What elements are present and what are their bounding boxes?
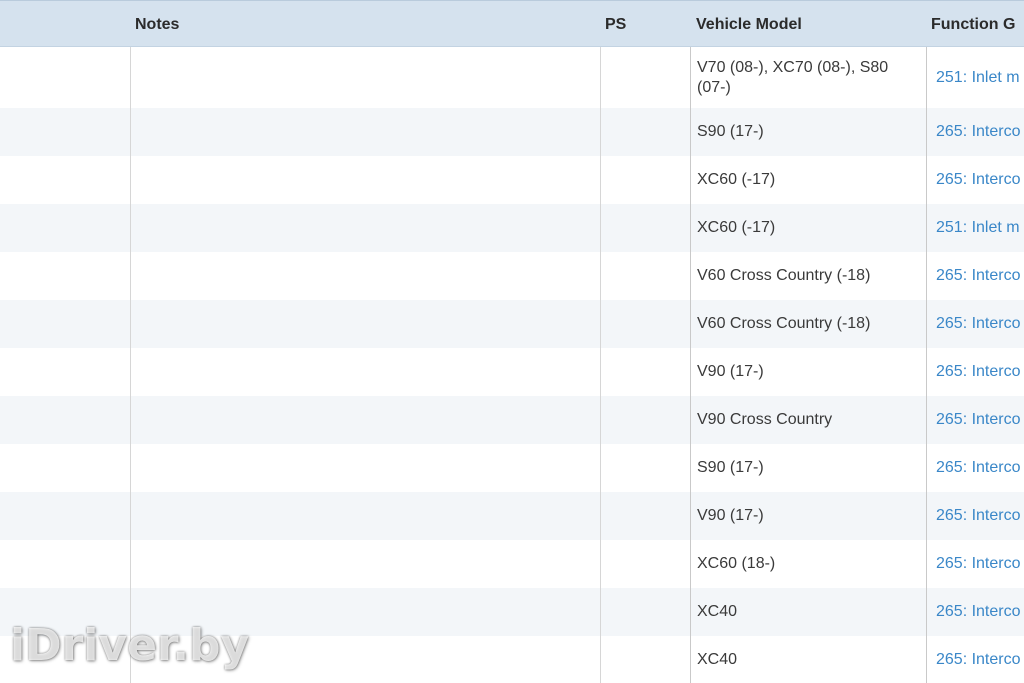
cell-function-group: 265: Interco xyxy=(926,156,1024,204)
cell-part xyxy=(0,588,130,636)
function-group-link[interactable]: 251: Inlet m xyxy=(936,69,1020,87)
cell-vehicle-model: V70 (08-), XC70 (08-), S80 (07-) xyxy=(690,47,926,108)
table-row: V60 Cross Country (-18) 265: Interco xyxy=(0,252,1024,300)
table-row: V90 (17-) 265: Interco xyxy=(0,492,1024,540)
cell-ps xyxy=(600,300,690,348)
cell-vehicle-model: V90 (17-) xyxy=(690,492,926,540)
cell-vehicle-model: S90 (17-) xyxy=(690,444,926,492)
cell-part xyxy=(0,252,130,300)
cell-ps xyxy=(600,252,690,300)
cell-notes xyxy=(130,540,600,588)
cell-ps xyxy=(600,492,690,540)
cell-part xyxy=(0,47,130,108)
cell-notes xyxy=(130,204,600,252)
cell-function-group: 251: Inlet m xyxy=(926,204,1024,252)
function-group-link[interactable]: 265: Interco xyxy=(936,603,1021,621)
function-group-link[interactable]: 265: Interco xyxy=(936,123,1021,141)
cell-ps xyxy=(600,204,690,252)
table-row: V90 Cross Country 265: Interco xyxy=(0,396,1024,444)
cell-function-group: 265: Interco xyxy=(926,636,1024,683)
cell-function-group: 265: Interco xyxy=(926,396,1024,444)
table-row: XC60 (18-) 265: Interco xyxy=(0,540,1024,588)
cell-vehicle-model: V60 Cross Country (-18) xyxy=(690,252,926,300)
cell-vehicle-model: XC40 xyxy=(690,636,926,683)
table-header: Notes PS Vehicle Model Function G xyxy=(0,0,1024,47)
cell-vehicle-model: XC60 (18-) xyxy=(690,540,926,588)
cell-part xyxy=(0,444,130,492)
table-row: S90 (17-) 265: Interco xyxy=(0,444,1024,492)
function-group-link[interactable]: 265: Interco xyxy=(936,315,1021,333)
cell-notes xyxy=(130,156,600,204)
cell-function-group: 265: Interco xyxy=(926,588,1024,636)
function-group-link[interactable]: 265: Interco xyxy=(936,555,1021,573)
table-row: XC60 (-17) 265: Interco xyxy=(0,156,1024,204)
function-group-link[interactable]: 265: Interco xyxy=(936,651,1021,669)
cell-function-group: 265: Interco xyxy=(926,492,1024,540)
cell-part xyxy=(0,300,130,348)
table-row: XC40 265: Interco xyxy=(0,588,1024,636)
cell-part xyxy=(0,540,130,588)
function-group-link[interactable]: 265: Interco xyxy=(936,171,1021,189)
parts-table: Notes PS Vehicle Model Function G V70 (0… xyxy=(0,0,1024,683)
cell-ps xyxy=(600,444,690,492)
cell-function-group: 265: Interco xyxy=(926,540,1024,588)
cell-function-group: 265: Interco xyxy=(926,108,1024,156)
function-group-link[interactable]: 265: Interco xyxy=(936,363,1021,381)
cell-vehicle-model: XC60 (-17) xyxy=(690,156,926,204)
column-header-ps[interactable]: PS xyxy=(605,1,685,48)
cell-notes xyxy=(130,396,600,444)
cell-notes xyxy=(130,348,600,396)
cell-notes xyxy=(130,252,600,300)
cell-vehicle-model: S90 (17-) xyxy=(690,108,926,156)
cell-notes xyxy=(130,636,600,683)
cell-part xyxy=(0,636,130,683)
function-group-link[interactable]: 265: Interco xyxy=(936,267,1021,285)
cell-ps xyxy=(600,396,690,444)
cell-notes xyxy=(130,444,600,492)
column-header-function-group[interactable]: Function G xyxy=(931,1,1024,48)
table-row: V70 (08-), XC70 (08-), S80 (07-) 251: In… xyxy=(0,47,1024,108)
cell-ps xyxy=(600,47,690,108)
cell-function-group: 251: Inlet m xyxy=(926,47,1024,108)
table-row: V60 Cross Country (-18) 265: Interco xyxy=(0,300,1024,348)
cell-ps xyxy=(600,108,690,156)
function-group-link[interactable]: 265: Interco xyxy=(936,411,1021,429)
cell-notes xyxy=(130,108,600,156)
column-header-vehicle-model[interactable]: Vehicle Model xyxy=(696,1,921,48)
function-group-link[interactable]: 251: Inlet m xyxy=(936,219,1020,237)
cell-notes xyxy=(130,47,600,108)
cell-ps xyxy=(600,588,690,636)
cell-ps xyxy=(600,156,690,204)
column-header-notes[interactable]: Notes xyxy=(135,1,595,48)
cell-vehicle-model: V60 Cross Country (-18) xyxy=(690,300,926,348)
cell-notes xyxy=(130,588,600,636)
cell-function-group: 265: Interco xyxy=(926,252,1024,300)
cell-part xyxy=(0,204,130,252)
cell-vehicle-model: XC40 xyxy=(690,588,926,636)
cell-ps xyxy=(600,540,690,588)
cell-part xyxy=(0,396,130,444)
table-row: XC40 265: Interco xyxy=(0,636,1024,683)
cell-part xyxy=(0,108,130,156)
cell-function-group: 265: Interco xyxy=(926,300,1024,348)
cell-notes xyxy=(130,492,600,540)
table-body: V70 (08-), XC70 (08-), S80 (07-) 251: In… xyxy=(0,47,1024,683)
cell-vehicle-model: V90 Cross Country xyxy=(690,396,926,444)
cell-vehicle-model: XC60 (-17) xyxy=(690,204,926,252)
cell-function-group: 265: Interco xyxy=(926,348,1024,396)
table-row: XC60 (-17) 251: Inlet m xyxy=(0,204,1024,252)
cell-vehicle-model: V90 (17-) xyxy=(690,348,926,396)
cell-function-group: 265: Interco xyxy=(926,444,1024,492)
function-group-link[interactable]: 265: Interco xyxy=(936,459,1021,477)
cell-part xyxy=(0,492,130,540)
cell-ps xyxy=(600,636,690,683)
cell-ps xyxy=(600,348,690,396)
function-group-link[interactable]: 265: Interco xyxy=(936,507,1021,525)
table-row: S90 (17-) 265: Interco xyxy=(0,108,1024,156)
cell-part xyxy=(0,156,130,204)
cell-part xyxy=(0,348,130,396)
table-row: V90 (17-) 265: Interco xyxy=(0,348,1024,396)
cell-notes xyxy=(130,300,600,348)
